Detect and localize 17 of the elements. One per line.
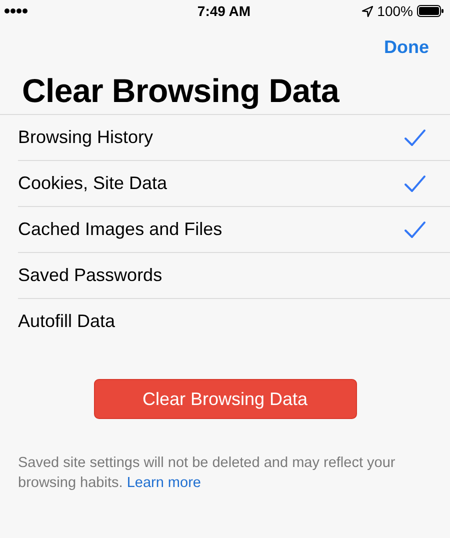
learn-more-link[interactable]: Learn more bbox=[126, 475, 201, 491]
list-row[interactable]: Cookies, Site Data bbox=[18, 161, 450, 207]
list-row[interactable]: Cached Images and Files bbox=[18, 207, 450, 253]
row-label: Autofill Data bbox=[18, 311, 116, 332]
list-row[interactable]: Browsing History bbox=[18, 115, 450, 161]
list-row[interactable]: Saved Passwords bbox=[18, 253, 450, 299]
footer-note: Saved site settings will not be deleted and may reflect your browsing habits. Learn more bbox=[18, 454, 396, 493]
row-label: Cookies, Site Data bbox=[18, 173, 168, 194]
row-label: Browsing History bbox=[18, 127, 154, 148]
page-title: Clear Browsing Data bbox=[22, 71, 340, 111]
row-label: Cached Images and Files bbox=[18, 219, 222, 240]
battery-percent: 100% bbox=[377, 3, 413, 19]
row-label: Saved Passwords bbox=[18, 265, 162, 286]
done-button[interactable]: Done bbox=[384, 36, 429, 58]
status-time: 7:49 AM bbox=[197, 3, 251, 19]
list-row[interactable]: Autofill Data bbox=[18, 299, 450, 344]
clear-data-button[interactable]: Clear Browsing Data bbox=[94, 379, 356, 419]
